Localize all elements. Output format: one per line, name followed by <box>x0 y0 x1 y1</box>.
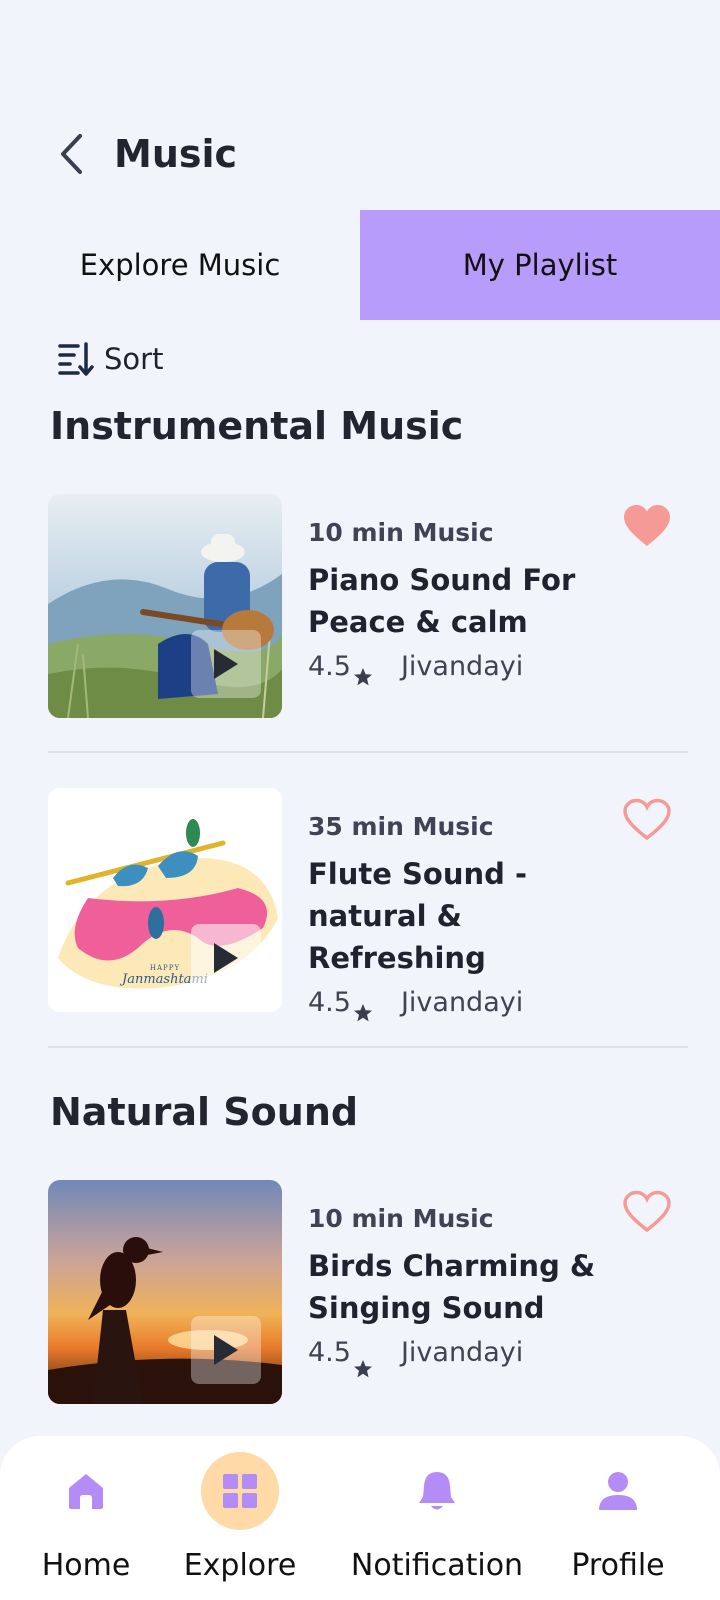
play-icon <box>214 1335 238 1365</box>
home-icon <box>69 1474 103 1509</box>
music-card[interactable]: 10 min Music Piano Sound For Peace & cal… <box>48 494 688 718</box>
music-info: 10 min Music Piano Sound For Peace & cal… <box>308 518 648 686</box>
sort-button[interactable]: Sort <box>58 342 163 376</box>
tab-bar: Explore Music My Playlist <box>0 210 720 320</box>
nav-label: Home <box>41 1548 131 1583</box>
tab-my-playlist[interactable]: My Playlist <box>360 210 720 320</box>
back-button[interactable] <box>58 128 94 180</box>
music-duration: 10 min Music <box>308 518 494 547</box>
music-rating: 4.5 <box>308 1337 351 1368</box>
nav-label: Profile <box>571 1548 665 1583</box>
nav-icon-wrapper <box>201 1452 279 1530</box>
heart-outline-icon <box>623 1190 671 1233</box>
divider <box>48 751 688 753</box>
play-button[interactable] <box>191 1316 261 1384</box>
page-title: Music <box>114 132 238 176</box>
music-author: Jivandayi <box>400 651 524 682</box>
music-duration: 35 min Music <box>308 812 494 841</box>
music-thumbnail <box>48 1180 282 1404</box>
favorite-button[interactable] <box>622 1190 672 1238</box>
grid-icon <box>223 1474 257 1508</box>
favorite-button[interactable] <box>622 504 672 552</box>
section-title-instrumental: Instrumental Music <box>50 404 464 448</box>
music-meta: 4.5 Jivandayi <box>308 651 648 686</box>
music-card[interactable]: 10 min Music Birds Charming & Singing So… <box>48 1180 688 1404</box>
user-icon <box>599 1472 637 1510</box>
music-thumbnail <box>48 494 282 718</box>
nav-notification[interactable]: Notification <box>348 1436 526 1600</box>
music-author: Jivandayi <box>400 987 524 1018</box>
music-title: Piano Sound For Peace & calm <box>308 563 576 639</box>
play-icon <box>214 649 238 679</box>
header: Music <box>58 128 237 180</box>
nav-home[interactable]: Home <box>30 1436 142 1600</box>
sort-label: Sort <box>104 342 164 376</box>
divider <box>48 1046 688 1048</box>
star-icon <box>353 1004 372 1022</box>
chevron-left-icon <box>61 134 82 174</box>
nav-label: Notification <box>350 1548 524 1583</box>
nav-icon-wrapper <box>579 1452 657 1530</box>
section-title-natural: Natural Sound <box>50 1090 359 1134</box>
bottom-nav: Home Explore Notification Profile <box>0 1436 720 1600</box>
play-button[interactable] <box>191 924 261 992</box>
heart-filled-icon <box>624 505 670 546</box>
star-icon <box>353 668 372 686</box>
nav-profile[interactable]: Profile <box>566 1436 670 1600</box>
music-title: Birds Charming & Singing Sound <box>308 1249 596 1325</box>
music-info: 35 min Music Flute Sound - natural & Ref… <box>308 812 648 1022</box>
music-info: 10 min Music Birds Charming & Singing So… <box>308 1204 648 1378</box>
music-rating: 4.5 <box>308 651 351 682</box>
music-meta: 4.5 Jivandayi <box>308 987 648 1022</box>
sort-icon <box>58 342 94 376</box>
nav-label: Explore <box>183 1548 297 1583</box>
music-duration: 10 min Music <box>308 1204 494 1233</box>
nav-icon-wrapper <box>398 1452 476 1530</box>
music-meta: 4.5 Jivandayi <box>308 1337 648 1378</box>
music-title: Flute Sound - natural & Refreshing <box>308 857 528 975</box>
tab-explore-music[interactable]: Explore Music <box>0 210 360 320</box>
heart-outline-icon <box>623 798 671 841</box>
bell-icon <box>419 1472 455 1510</box>
music-author: Jivandayi <box>400 1337 524 1368</box>
star-icon <box>353 1360 372 1378</box>
favorite-button[interactable] <box>622 798 672 846</box>
play-icon <box>214 943 238 973</box>
music-card[interactable]: HAPPY Janmashtami 35 min Music Flute Sou… <box>48 788 688 1022</box>
music-rating: 4.5 <box>308 987 351 1018</box>
play-button[interactable] <box>191 630 261 698</box>
nav-icon-wrapper <box>47 1452 125 1530</box>
music-thumbnail: HAPPY Janmashtami <box>48 788 282 1012</box>
nav-explore[interactable]: Explore <box>178 1436 302 1600</box>
